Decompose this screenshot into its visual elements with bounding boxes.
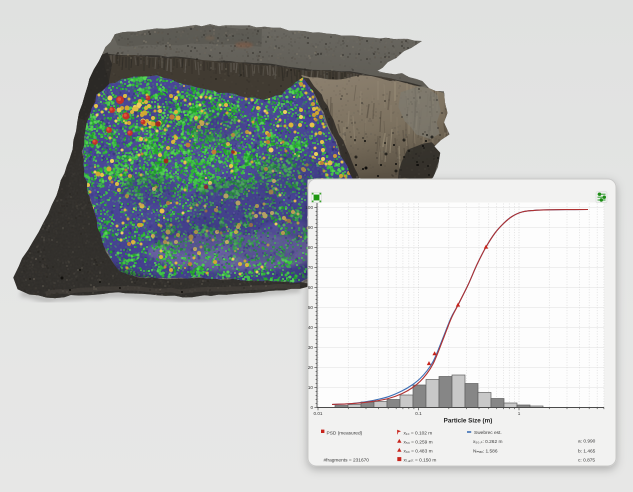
svg-text:x₉₀ = 0.483 m: x₉₀ = 0.483 m [404, 449, 433, 455]
svg-text:60: 60 [308, 285, 314, 290]
svg-text:Nₘₐₓ: 1.586: Nₘₐₓ: 1.586 [473, 449, 498, 455]
svg-text:40: 40 [308, 325, 314, 330]
svg-text:0.01: 0.01 [314, 411, 323, 416]
svg-text:x₅₀,ₛ: 0.262 m: x₅₀,ₛ: 0.262 m [473, 439, 502, 445]
svg-text:xₜ,ₑₛₜ = 0.150 m: xₜ,ₑₛₜ = 0.150 m [404, 458, 437, 464]
svg-text:70: 70 [308, 265, 314, 270]
svg-text:Swebrec est.: Swebrec est. [474, 430, 502, 436]
svg-text:Particle Size (m): Particle Size (m) [444, 418, 493, 425]
svg-text:80: 80 [308, 245, 314, 250]
svg-text:x₁₀ = 0.102 m: x₁₀ = 0.102 m [404, 431, 433, 437]
svg-text:90: 90 [308, 225, 314, 230]
svg-text:b: 1.465: b: 1.465 [578, 449, 596, 455]
svg-text:0: 0 [310, 405, 313, 410]
svg-text:100: 100 [305, 205, 313, 210]
svg-text:30: 30 [308, 345, 314, 350]
svg-text:a: 0.990: a: 0.990 [578, 439, 596, 445]
svg-text:50: 50 [308, 305, 314, 310]
svg-text:0.1: 0.1 [415, 411, 422, 416]
svg-text:x₅₀ = 0.259 m: x₅₀ = 0.259 m [404, 440, 433, 446]
svg-text:20: 20 [308, 365, 314, 370]
svg-text:1: 1 [518, 411, 521, 416]
svg-text:10: 10 [308, 385, 314, 390]
svg-text:#fragments = 231670: #fragments = 231670 [324, 457, 370, 463]
svg-text:PSD (measured): PSD (measured) [327, 431, 363, 437]
svg-text:c: 0.875: c: 0.875 [578, 458, 595, 464]
